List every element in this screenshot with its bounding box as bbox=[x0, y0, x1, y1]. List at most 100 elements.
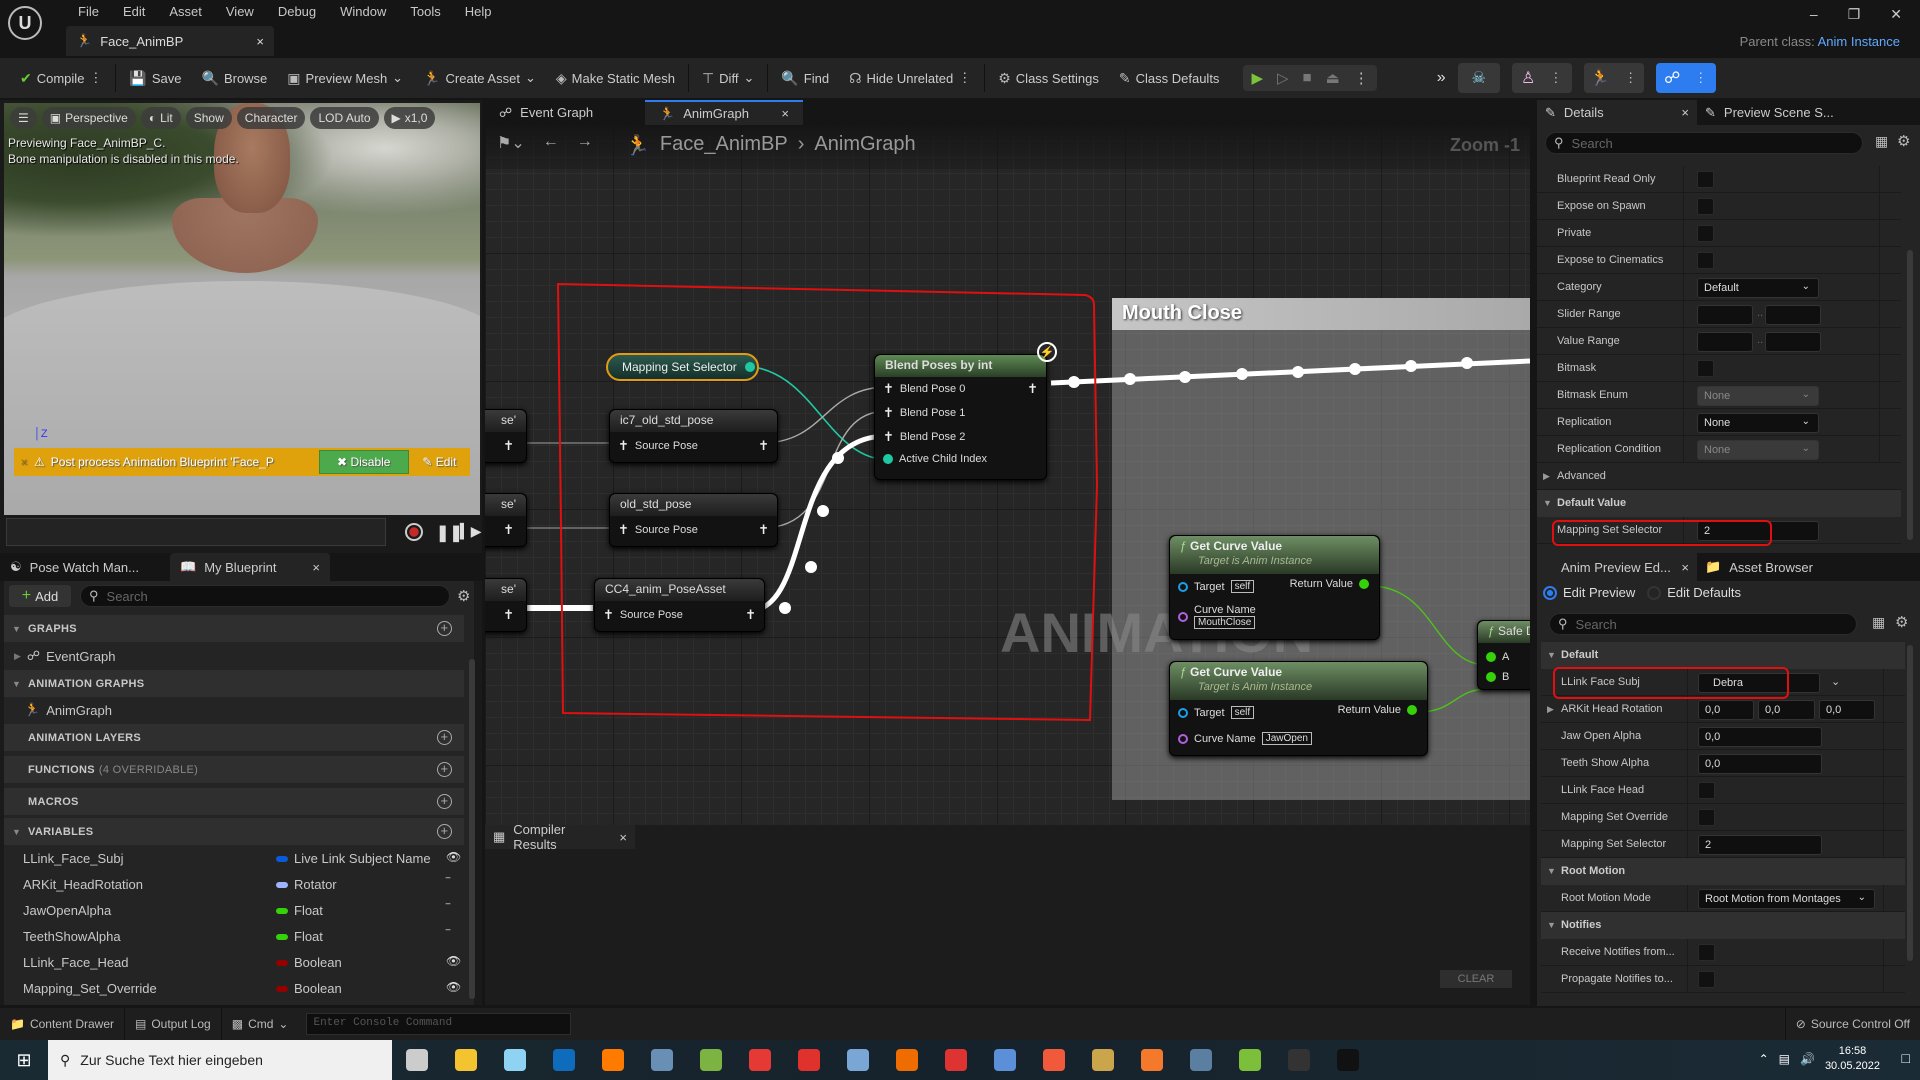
taskbar-app-color-wheel-app[interactable] bbox=[882, 1040, 931, 1080]
eye-closed-icon[interactable]: ‾ bbox=[446, 928, 450, 942]
menu-help[interactable]: Help bbox=[453, 4, 504, 19]
range-min-field[interactable] bbox=[1697, 332, 1753, 352]
browse-button[interactable]: 🔍 Browse bbox=[192, 70, 278, 87]
bookmark-icon[interactable]: ⚑⌄ bbox=[497, 133, 525, 153]
default-header[interactable]: ▼ Default bbox=[1541, 642, 1905, 669]
expand-icon[interactable]: » bbox=[1437, 69, 1446, 87]
gear-icon[interactable]: ⚙ bbox=[1897, 132, 1910, 150]
dismiss-icon[interactable]: × bbox=[14, 455, 34, 469]
select[interactable]: None ⌄ bbox=[1697, 386, 1819, 406]
node-partial[interactable]: se' ✝ bbox=[485, 493, 527, 547]
taskbar-app-unreal-engine[interactable] bbox=[1323, 1040, 1372, 1080]
console-command-input[interactable]: Enter Console Command bbox=[306, 1013, 572, 1035]
teeth-show-alpha-field[interactable]: 0,0 bbox=[1698, 754, 1822, 774]
preview-mesh-button[interactable]: ▣ Preview Mesh ⌄ bbox=[277, 70, 413, 87]
chevron-down-icon[interactable]: ⌄ bbox=[1831, 675, 1840, 688]
windows-start-icon[interactable]: ⊞ bbox=[0, 1050, 48, 1071]
name-pin-icon[interactable] bbox=[1178, 612, 1188, 622]
mapping-set-selector-field[interactable]: 2 bbox=[1698, 835, 1822, 855]
node-partial[interactable]: se' ✝ bbox=[485, 409, 527, 463]
tab-preview-scene[interactable]: ✎ Preview Scene S... bbox=[1697, 100, 1842, 125]
close-icon[interactable]: ✕ bbox=[1890, 6, 1902, 23]
pose-output-pin-icon[interactable]: ✝ bbox=[758, 522, 769, 538]
pose-pin-icon[interactable]: ✝ bbox=[603, 607, 614, 623]
range-min-field[interactable] bbox=[1697, 305, 1753, 325]
chevron-up-icon[interactable]: ⌃ bbox=[1759, 1052, 1769, 1066]
float-pin-icon[interactable] bbox=[1407, 705, 1417, 715]
curve-name-field[interactable]: MouthClose bbox=[1194, 616, 1256, 629]
add-button[interactable]: + Add bbox=[9, 585, 71, 607]
edit-button[interactable]: ✎ Edit bbox=[409, 455, 470, 469]
target-pin-icon[interactable] bbox=[1178, 581, 1188, 592]
eye-closed-icon[interactable]: ‾ bbox=[446, 876, 450, 890]
menu-edit[interactable]: Edit bbox=[111, 4, 157, 19]
range-max-field[interactable] bbox=[1765, 332, 1821, 352]
parent-class-link[interactable]: Anim Instance bbox=[1818, 34, 1900, 49]
lod-button[interactable]: LOD Auto bbox=[310, 107, 379, 129]
viewport-menu-button[interactable]: ☰ bbox=[10, 107, 37, 129]
class-defaults-button[interactable]: ✎ Class Defaults bbox=[1109, 70, 1230, 87]
node-get-curve-value-mouthclose[interactable]: ƒ Get Curve Value Target is Anim Instance… bbox=[1169, 535, 1380, 640]
record-icon[interactable] bbox=[405, 523, 423, 541]
diff-button[interactable]: ⊤ Diff ⌄ bbox=[692, 70, 764, 87]
perspective-button[interactable]: ▣ Perspective bbox=[41, 107, 136, 129]
eye-open-icon[interactable]: 👁 bbox=[446, 980, 461, 994]
root-motion-mode-select[interactable]: Root Motion from Montages ⌄ bbox=[1698, 889, 1875, 909]
graph-item-animgraph[interactable]: 🏃 AnimGraph bbox=[4, 697, 464, 723]
cmd-button[interactable]: ▩ Cmd ⌄ bbox=[222, 1008, 299, 1040]
node-safe-divide[interactable]: ƒ Safe D A B bbox=[1477, 620, 1530, 690]
taskbar-app-blender[interactable] bbox=[1127, 1040, 1176, 1080]
eye-open-icon[interactable]: 👁 bbox=[446, 954, 461, 968]
node-pose-asset[interactable]: ic7_old_std_pose ✝ Source Pose ✝ bbox=[609, 409, 778, 463]
edit-defaults-radio[interactable]: Edit Defaults bbox=[1647, 585, 1741, 600]
checkbox[interactable] bbox=[1697, 360, 1714, 377]
scrollbar[interactable] bbox=[1907, 250, 1913, 540]
rotation-roll-field[interactable]: 0,0 bbox=[1698, 700, 1754, 720]
stop-icon[interactable]: ■ bbox=[1303, 69, 1312, 87]
pose-output-pin-icon[interactable]: ✝ bbox=[745, 607, 756, 623]
output-pin[interactable] bbox=[744, 362, 755, 372]
variable-type[interactable]: Boolean bbox=[294, 955, 342, 970]
timeline-scrubber[interactable] bbox=[6, 518, 386, 546]
create-asset-button[interactable]: 🏃 Create Asset ⌄ bbox=[413, 70, 546, 87]
skeleton-mode-button[interactable]: ☠ bbox=[1457, 63, 1500, 93]
blueprint-mode-button[interactable]: ☍ ⋮ bbox=[1655, 63, 1716, 93]
jaw-open-alpha-field[interactable]: 0,0 bbox=[1698, 727, 1822, 747]
select[interactable]: None ⌄ bbox=[1697, 413, 1819, 433]
taskbar-app-r-app[interactable] bbox=[1274, 1040, 1323, 1080]
variable-item[interactable]: LLink_Face_Subj Live Link Subject Name 👁 bbox=[4, 846, 464, 872]
category-combo[interactable]: Default ⌄ bbox=[1697, 278, 1819, 298]
more-icon[interactable]: ⋮ bbox=[1624, 70, 1637, 86]
taskbar-app-character-creator[interactable] bbox=[1176, 1040, 1225, 1080]
checkbox[interactable] bbox=[1697, 171, 1714, 188]
output-log-button[interactable]: ▤ Output Log bbox=[125, 1008, 222, 1040]
node-blend-poses-by-int[interactable]: Blend Poses by int ✝ Blend Pose 0 ✝ Blend … bbox=[874, 354, 1047, 480]
section-macros[interactable]: MACROS + bbox=[4, 788, 464, 815]
pose-output-pin-icon[interactable]: ✝ bbox=[758, 438, 769, 454]
taskbar-app-daz-studio[interactable] bbox=[1078, 1040, 1127, 1080]
float-pin-icon[interactable] bbox=[1486, 672, 1496, 682]
variable-item[interactable]: ARKit_HeadRotation Rotator ‾ bbox=[4, 872, 464, 898]
menu-tools[interactable]: Tools bbox=[398, 4, 452, 19]
select[interactable]: None ⌄ bbox=[1697, 440, 1819, 460]
variable-type[interactable]: Boolean bbox=[294, 981, 342, 996]
rotation-pitch-field[interactable]: 0,0 bbox=[1758, 700, 1815, 720]
taskbar-app-document-app[interactable] bbox=[637, 1040, 686, 1080]
more-icon[interactable]: ⋮ bbox=[958, 70, 971, 86]
name-pin-icon[interactable] bbox=[1178, 733, 1188, 744]
tab-event-graph[interactable]: ☍ Event Graph bbox=[485, 100, 645, 125]
variable-item[interactable]: TeethShowAlpha Float ‾ bbox=[4, 924, 464, 950]
show-button[interactable]: Show bbox=[185, 107, 232, 129]
variable-type[interactable]: Live Link Subject Name bbox=[294, 851, 431, 866]
clear-button[interactable]: CLEAR bbox=[1440, 970, 1512, 988]
add-graph-icon[interactable]: + bbox=[437, 621, 452, 636]
tab-anim-preview-editor[interactable]: Anim Preview Ed... × bbox=[1537, 553, 1697, 581]
lit-button[interactable]: ◐ Lit bbox=[140, 107, 181, 129]
section-functions[interactable]: FUNCTIONS (4 OVERRIDABLE) + bbox=[4, 756, 464, 783]
pose-output-pin-icon[interactable]: ✝ bbox=[503, 522, 514, 538]
receive-notifies-checkbox[interactable] bbox=[1698, 944, 1715, 961]
variable-item[interactable]: JawOpenAlpha Float ‾ bbox=[4, 898, 464, 924]
graph-item-eventgraph[interactable]: ▶ ☍ EventGraph bbox=[4, 643, 464, 669]
taskbar-app-remote-app[interactable] bbox=[980, 1040, 1029, 1080]
play-icon[interactable]: ▶ bbox=[1251, 69, 1263, 87]
